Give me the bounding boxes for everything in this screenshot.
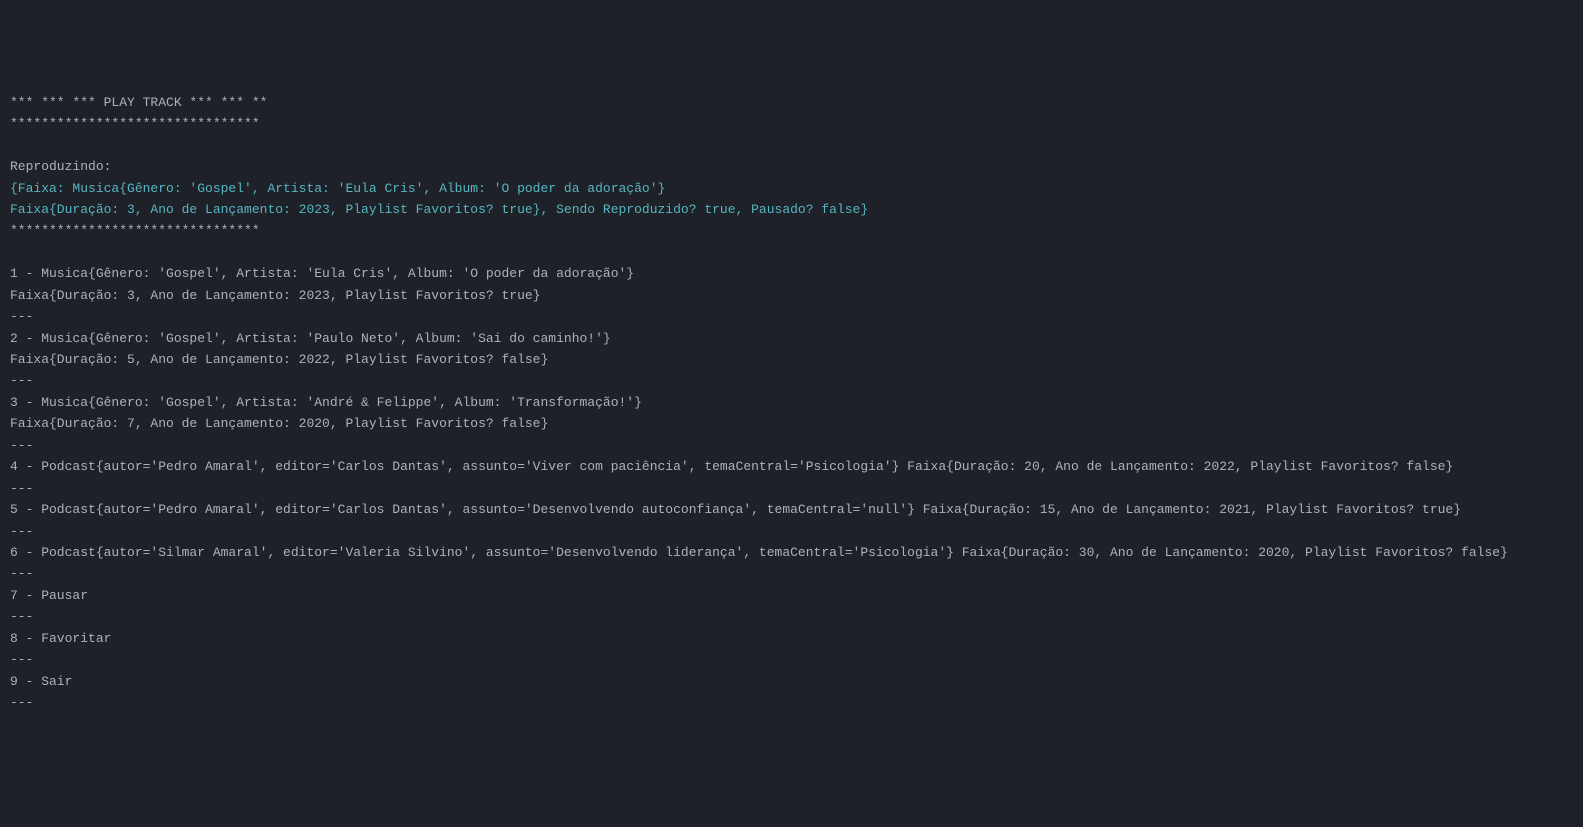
divider: --- xyxy=(10,695,33,710)
divider: --- xyxy=(10,652,33,667)
track-item-line1: 3 - Musica{Gênero: 'Gospel', Artista: 'A… xyxy=(10,395,642,410)
track-item-line1: 4 - Podcast{autor='Pedro Amaral', editor… xyxy=(10,459,1453,474)
playing-track-line2: Faixa{Duração: 3, Ano de Lançamento: 202… xyxy=(10,202,868,217)
playing-label: Reproduzindo: xyxy=(10,159,111,174)
divider: --- xyxy=(10,566,33,581)
track-item-line1: 6 - Podcast{autor='Silmar Amaral', edito… xyxy=(10,545,1508,560)
divider: --- xyxy=(10,481,33,496)
divider: --- xyxy=(10,373,33,388)
menu-option: 8 - Favoritar xyxy=(10,631,111,646)
console-output: *** *** *** PLAY TRACK *** *** ** ******… xyxy=(10,92,1573,714)
track-item-line1: 5 - Podcast{autor='Pedro Amaral', editor… xyxy=(10,502,1461,517)
divider: --- xyxy=(10,524,33,539)
track-item-line1: 1 - Musica{Gênero: 'Gospel', Artista: 'E… xyxy=(10,266,634,281)
menu-option: 9 - Sair xyxy=(10,674,72,689)
track-item-line2: Faixa{Duração: 7, Ano de Lançamento: 202… xyxy=(10,416,548,431)
track-item-line2: Faixa{Duração: 5, Ano de Lançamento: 202… xyxy=(10,352,548,367)
divider: --- xyxy=(10,438,33,453)
track-item-line1: 2 - Musica{Gênero: 'Gospel', Artista: 'P… xyxy=(10,331,611,346)
header-title: *** *** *** PLAY TRACK *** *** ** xyxy=(10,95,267,110)
divider: --- xyxy=(10,609,33,624)
playing-track-line1: {Faixa: Musica{Gênero: 'Gospel', Artista… xyxy=(10,181,665,196)
playing-separator: ******************************** xyxy=(10,223,260,238)
track-item-line2: Faixa{Duração: 3, Ano de Lançamento: 202… xyxy=(10,288,541,303)
divider: --- xyxy=(10,309,33,324)
header-separator: ******************************** xyxy=(10,116,260,131)
menu-option: 7 - Pausar xyxy=(10,588,88,603)
